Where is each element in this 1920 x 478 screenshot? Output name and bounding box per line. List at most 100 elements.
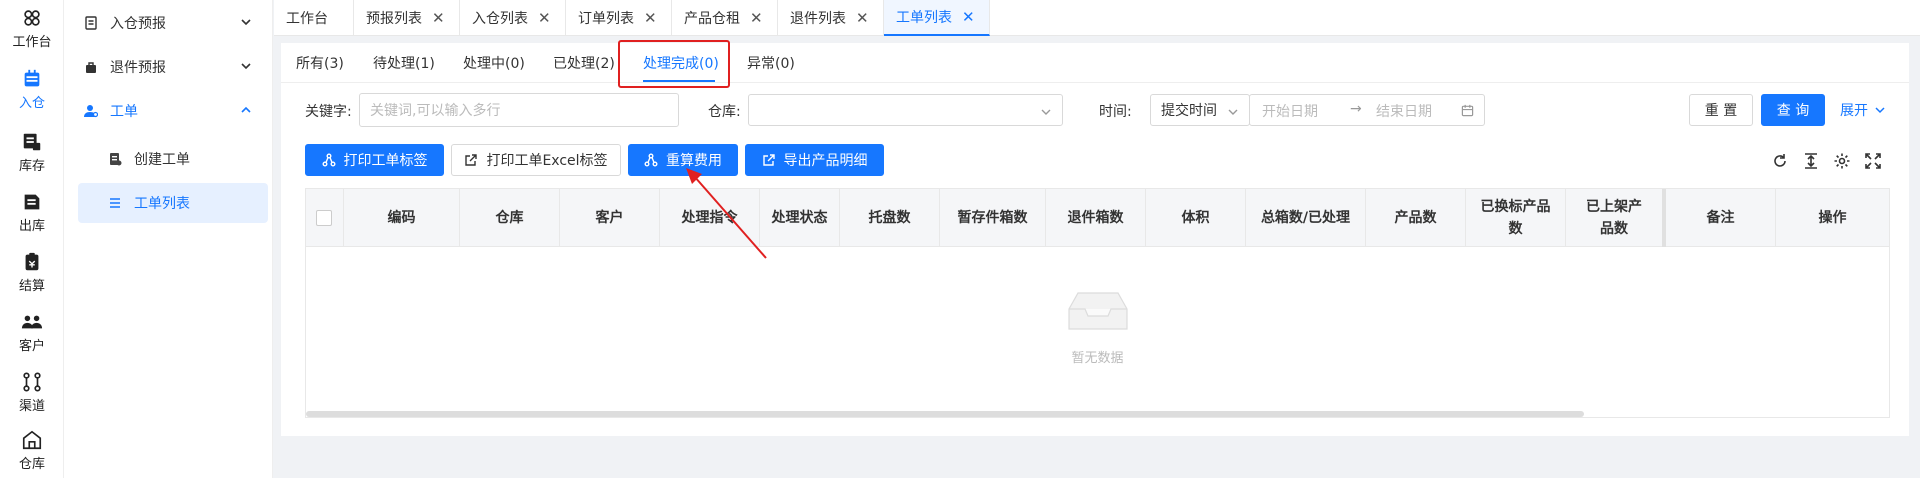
close-icon[interactable]: ✕ <box>432 9 445 27</box>
time-type-value: 提交时间 <box>1161 103 1217 119</box>
chevron-down-icon <box>241 63 251 70</box>
rail-label: 客户 <box>18 338 45 354</box>
tab-workbench[interactable]: 工作台 <box>274 0 354 36</box>
tab-return-list[interactable]: 退件列表 ✕ <box>778 0 884 36</box>
sidebar-item-label: 工单列表 <box>134 196 190 212</box>
status-tab-processing[interactable]: 处理中(0) <box>463 53 525 73</box>
column-header[interactable]: 备注 <box>1666 189 1776 247</box>
select-all-checkbox[interactable] <box>316 210 332 226</box>
keyword-placeholder: 关键词,可以输入多行 <box>370 103 501 119</box>
warehouse-icon <box>22 430 42 449</box>
tab-product-rent[interactable]: 产品仓租 ✕ <box>672 0 778 36</box>
column-header[interactable]: 编码 <box>344 189 460 247</box>
expand-link-label: 展开 <box>1840 103 1868 119</box>
channel-icon <box>23 371 41 392</box>
external-link-icon <box>465 154 478 166</box>
sidebar-item-work-order-list[interactable]: 工单列表 <box>78 183 268 223</box>
keyword-textarea[interactable]: 关键词,可以输入多行 <box>359 93 679 127</box>
chevron-down-icon <box>1875 107 1885 114</box>
export-products-button-label: 导出产品明细 <box>783 153 868 169</box>
reset-button-label: 重 置 <box>1704 103 1738 119</box>
column-header[interactable]: 已上架产品数 <box>1566 189 1666 247</box>
warehouse-label: 仓库: <box>708 104 741 120</box>
column-height-icon[interactable] <box>1802 152 1820 170</box>
share-nodes-icon <box>644 153 658 167</box>
print-label-button[interactable]: 打印工单标签 <box>305 144 444 176</box>
outbound-icon <box>24 194 40 209</box>
column-header[interactable]: 仓库 <box>460 189 560 247</box>
inbound-icon <box>24 69 40 86</box>
time-type-select[interactable]: 提交时间 <box>1150 94 1250 126</box>
chevron-down-icon <box>1041 109 1051 115</box>
tab-label: 工作台 <box>286 11 328 27</box>
sidebar-group-return-forecast[interactable]: 退件预报 <box>64 47 273 87</box>
sidebar-item-create-work-order[interactable]: 创建工单 <box>78 139 268 179</box>
rail-warehouse[interactable]: 仓库 <box>0 422 64 478</box>
status-tab-pending[interactable]: 待处理(1) <box>373 53 435 73</box>
sidebar: 入仓预报 退件预报 工单 创建工单 工单列表 <box>64 0 273 478</box>
sidebar-group-label: 退件预报 <box>110 60 166 76</box>
close-icon[interactable]: ✕ <box>962 8 975 26</box>
rail-inventory[interactable]: 库存 <box>0 124 64 180</box>
close-icon[interactable]: ✕ <box>538 9 551 27</box>
expand-link[interactable]: 展开 <box>1840 100 1886 120</box>
start-date-input[interactable]: 开始日期 <box>1262 101 1318 121</box>
reset-button[interactable]: 重 置 <box>1689 94 1753 126</box>
tab-work-order-list[interactable]: 工单列表 ✕ <box>884 0 990 36</box>
close-icon[interactable]: ✕ <box>644 9 657 27</box>
close-icon[interactable]: ✕ <box>750 9 763 27</box>
warehouse-select[interactable] <box>748 94 1063 126</box>
rail-workbench[interactable]: 工作台 <box>0 0 64 56</box>
query-button-label: 查 询 <box>1776 103 1810 119</box>
tab-order-list[interactable]: 订单列表 ✕ <box>566 0 672 36</box>
status-tab-exception[interactable]: 异常(0) <box>747 53 795 73</box>
gear-icon[interactable] <box>1833 152 1851 170</box>
customer-icon <box>21 315 43 328</box>
column-header[interactable]: 操作 <box>1776 189 1889 247</box>
query-button[interactable]: 查 询 <box>1761 94 1825 126</box>
rail-label: 入仓 <box>18 95 45 111</box>
print-label-button-label: 打印工单标签 <box>343 153 428 169</box>
column-header[interactable]: 托盘数 <box>840 189 940 247</box>
table-header: 编码 仓库 客户 处理指令 处理状态 托盘数 暂存件箱数 退件箱数 体积 总箱数… <box>306 189 1889 247</box>
tab-label: 入仓列表 <box>472 11 528 27</box>
time-label: 时间: <box>1099 104 1132 120</box>
status-tab-processed[interactable]: 已处理(2) <box>553 53 615 73</box>
date-range-picker[interactable]: 开始日期 → 结束日期 <box>1249 94 1485 126</box>
empty-inbox-icon <box>1068 292 1128 330</box>
sidebar-group-work-order[interactable]: 工单 <box>64 91 273 131</box>
fullscreen-icon[interactable] <box>1864 152 1882 170</box>
column-header[interactable]: 总箱数/已处理 <box>1246 189 1366 247</box>
column-header[interactable]: 退件箱数 <box>1046 189 1146 247</box>
chevron-up-icon <box>241 106 251 113</box>
horizontal-scrollbar[interactable] <box>306 411 1584 417</box>
close-icon[interactable]: ✕ <box>856 9 869 27</box>
rail-inbound[interactable]: 入仓 <box>0 61 64 117</box>
rail-outbound[interactable]: 出库 <box>0 184 64 240</box>
tab-bar: 工作台 预报列表 ✕ 入仓列表 ✕ 订单列表 ✕ 产品仓租 ✕ 退件列表 ✕ 工… <box>274 0 1920 36</box>
sidebar-group-label: 入仓预报 <box>110 16 166 32</box>
column-header[interactable]: 暂存件箱数 <box>940 189 1046 247</box>
rail-channel[interactable]: 渠道 <box>0 364 64 420</box>
rail-customer[interactable]: 客户 <box>0 304 64 360</box>
status-tabs: 所有(3) 待处理(1) 处理中(0) 已处理(2) 处理完成(0) 异常(0) <box>281 43 1909 83</box>
tab-inbound-list[interactable]: 入仓列表 ✕ <box>460 0 566 36</box>
refresh-icon[interactable] <box>1771 152 1789 170</box>
content-panel: 所有(3) 待处理(1) 处理中(0) 已处理(2) 处理完成(0) 异常(0)… <box>281 40 1909 436</box>
column-header[interactable]: 产品数 <box>1366 189 1466 247</box>
print-excel-label-button[interactable]: 打印工单Excel标签 <box>451 144 621 176</box>
end-date-input[interactable]: 结束日期 <box>1376 101 1432 121</box>
chevron-down-icon <box>241 19 251 26</box>
rail-settlement[interactable]: 结算 <box>0 244 64 300</box>
column-header[interactable]: 体积 <box>1146 189 1246 247</box>
tab-forecast-list[interactable]: 预报列表 ✕ <box>354 0 460 36</box>
settlement-icon <box>25 252 39 270</box>
status-tab-all[interactable]: 所有(3) <box>296 53 344 73</box>
highlight-box <box>618 40 730 88</box>
rail-label: 出库 <box>18 218 45 234</box>
bag-icon <box>84 60 98 74</box>
rail-label: 结算 <box>18 278 45 294</box>
sidebar-group-inbound-forecast[interactable]: 入仓预报 <box>64 3 273 43</box>
column-header[interactable]: 客户 <box>560 189 660 247</box>
column-header[interactable]: 已换标产品数 <box>1466 189 1566 247</box>
